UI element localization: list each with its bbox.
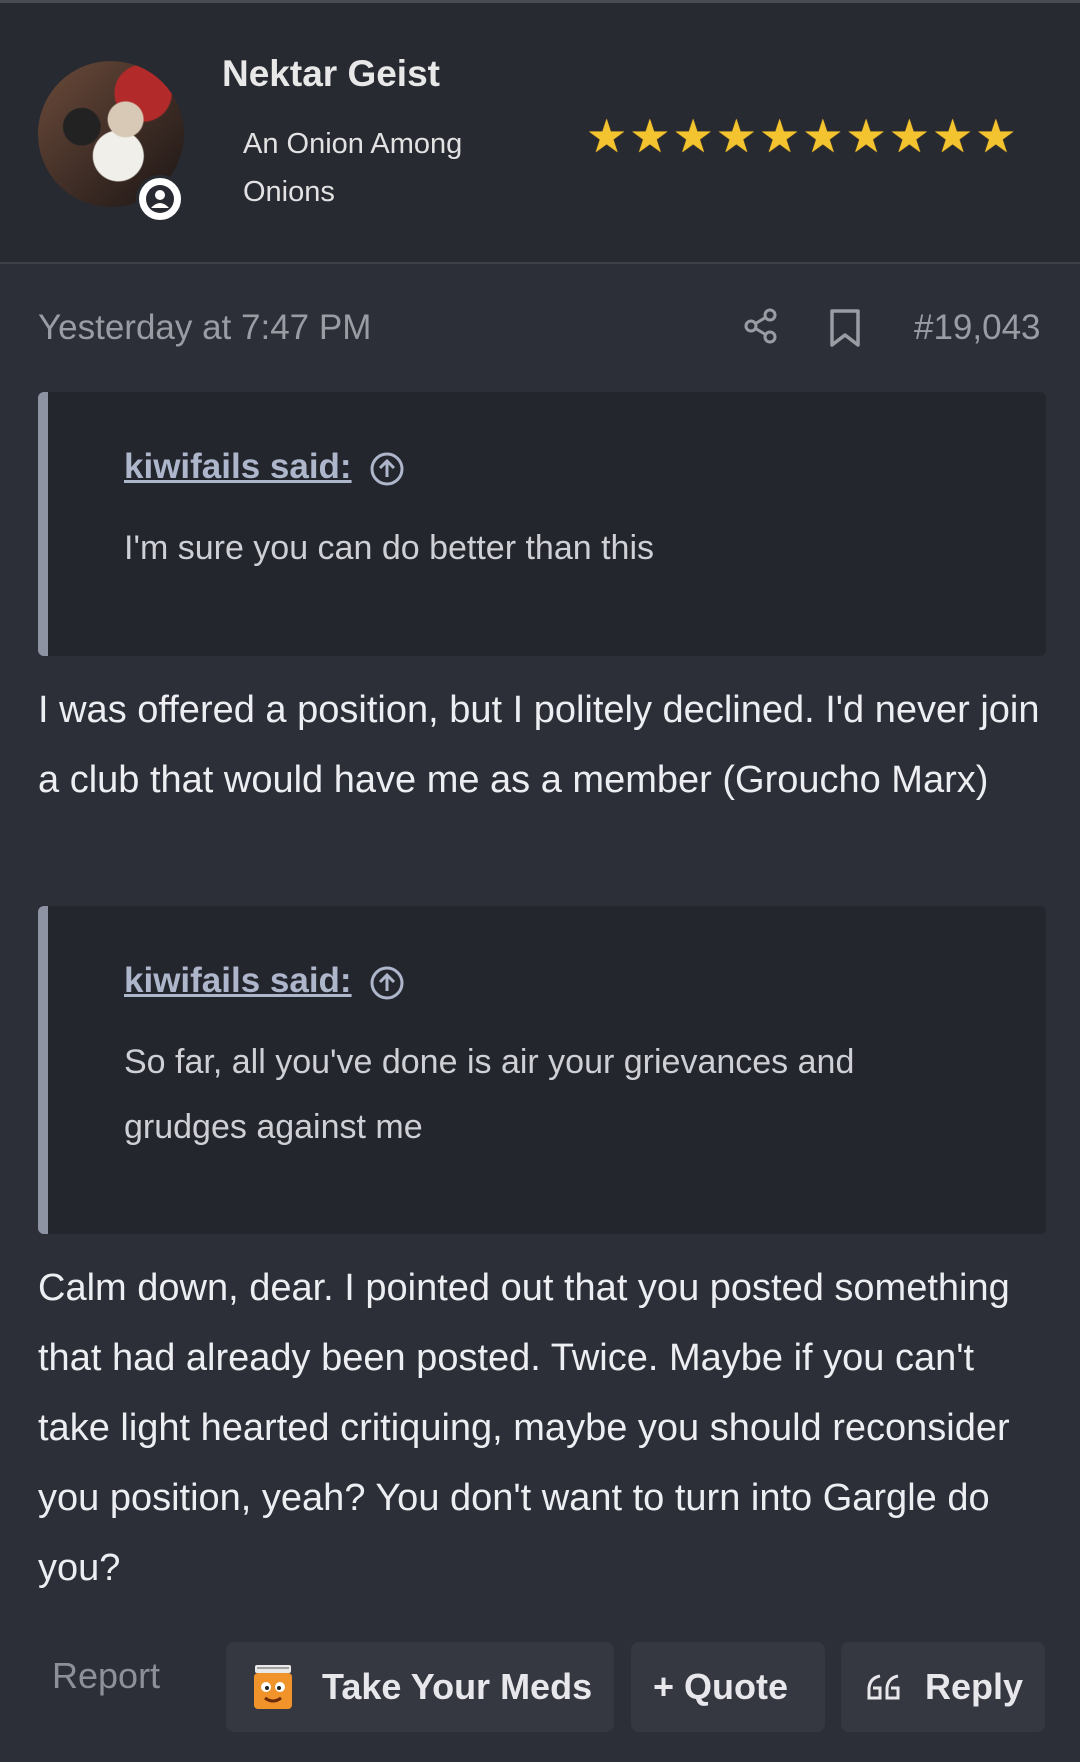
user-badge-icon bbox=[136, 175, 184, 223]
star-icon: ★ bbox=[975, 110, 1017, 162]
star-icon: ★ bbox=[672, 110, 714, 162]
quote-block: kiwifails said: So far, all you've done … bbox=[38, 906, 1046, 1234]
rating-stars: ★ ★ ★ ★ ★ ★ ★ ★ ★ ★ bbox=[586, 113, 1017, 159]
username[interactable]: Nektar Geist bbox=[222, 53, 440, 95]
star-icon: ★ bbox=[932, 110, 974, 162]
quote-button[interactable]: + Quote bbox=[631, 1642, 825, 1732]
quote-author-link[interactable]: kiwifails said: bbox=[124, 447, 352, 487]
quote-text: I'm sure you can do better than this bbox=[124, 529, 655, 567]
arrow-up-circle-icon[interactable] bbox=[369, 451, 404, 486]
share-icon[interactable] bbox=[741, 306, 781, 351]
take-your-meds-button[interactable]: Take Your Meds bbox=[226, 1642, 614, 1732]
post-paragraph: I was offered a position, but I politely… bbox=[38, 689, 1040, 801]
user-title: An Onion Among Onions bbox=[243, 128, 463, 208]
star-icon: ★ bbox=[802, 110, 844, 162]
pill-bottle-icon bbox=[252, 1663, 294, 1711]
bookmark-icon[interactable] bbox=[827, 308, 863, 353]
quote-text: So far, all you've done is air your grie… bbox=[124, 1043, 855, 1146]
reaction-label: Take Your Meds bbox=[322, 1666, 593, 1707]
report-link[interactable]: Report bbox=[52, 1655, 160, 1697]
star-icon: ★ bbox=[715, 110, 757, 162]
reply-label: Reply bbox=[925, 1666, 1024, 1707]
quote-label: + Quote bbox=[653, 1666, 789, 1707]
quote-author-link[interactable]: kiwifails said: bbox=[124, 961, 352, 1001]
reply-button[interactable]: Reply bbox=[841, 1642, 1045, 1732]
user-header: Nektar Geist An Onion Among Onions ★ ★ ★ ★ ★… bbox=[0, 3, 1080, 264]
post-number[interactable]: #19,043 bbox=[914, 308, 1041, 348]
quote-block: kiwifails said: I'm sure you can do bett… bbox=[38, 392, 1046, 656]
star-icon: ★ bbox=[759, 110, 801, 162]
star-icon: ★ bbox=[888, 110, 930, 162]
arrow-up-circle-icon[interactable] bbox=[369, 965, 404, 1000]
post-date[interactable]: Yesterday at 7:47 PM bbox=[38, 308, 371, 348]
star-icon: ★ bbox=[629, 110, 671, 162]
star-icon: ★ bbox=[845, 110, 887, 162]
star-icon: ★ bbox=[586, 110, 628, 162]
post-paragraph: Calm down, dear. I pointed out that you … bbox=[38, 1267, 1010, 1589]
quote-marks-icon bbox=[865, 1670, 903, 1704]
